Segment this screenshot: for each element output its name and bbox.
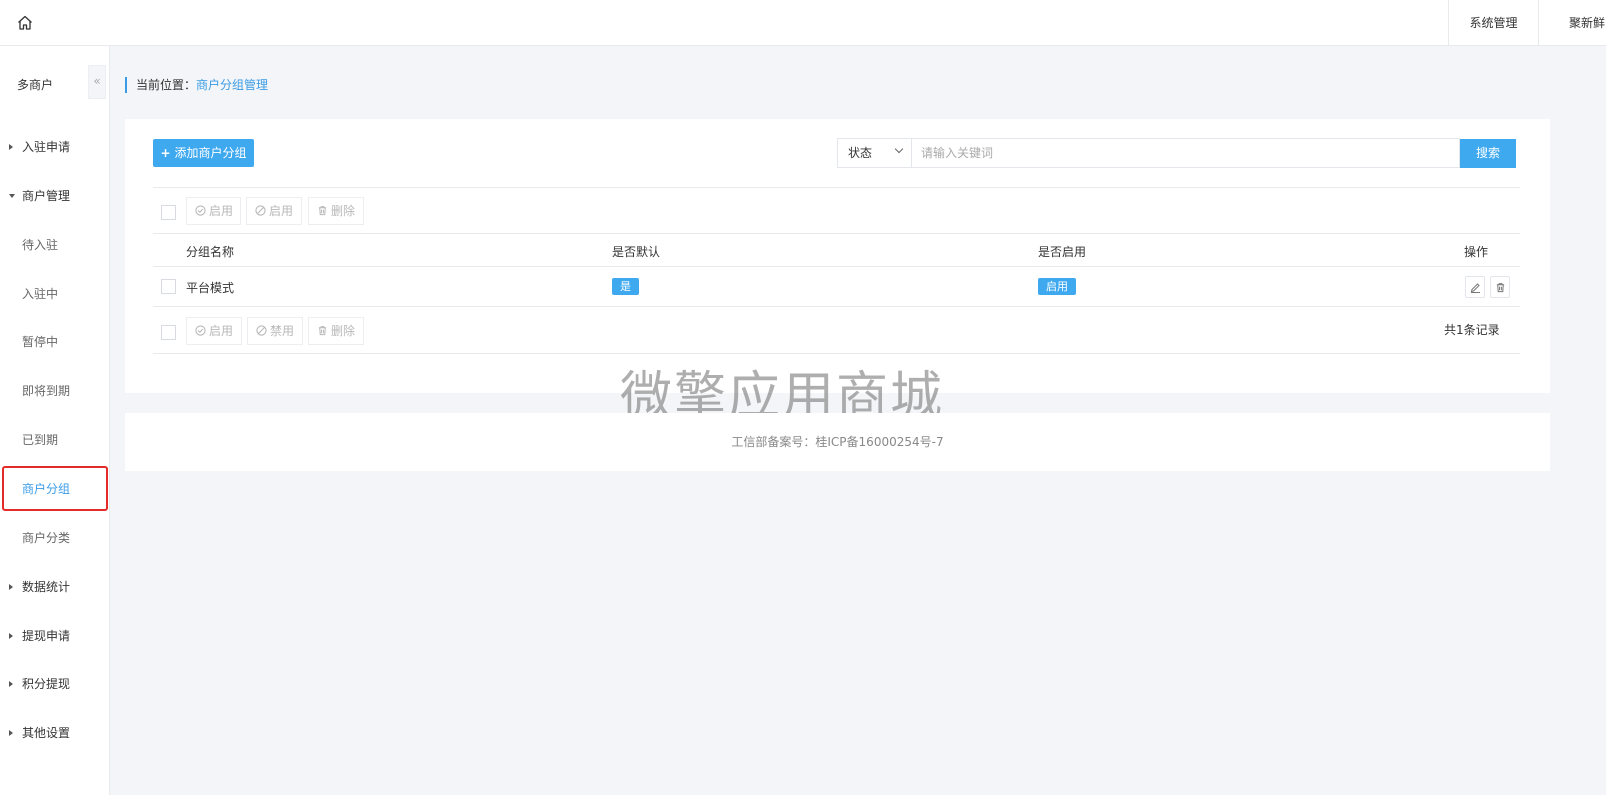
check-circle-icon: [195, 325, 206, 336]
bulk-delete-label: 删除: [331, 324, 356, 338]
column-header-group-name[interactable]: 分组名称: [186, 243, 234, 260]
search-input[interactable]: 请输入关键词: [911, 138, 1460, 168]
add-button-label: 添加商户分组: [174, 146, 247, 160]
ban-icon: [256, 325, 267, 336]
sidebar-item-label: 入驻申请: [22, 140, 71, 154]
sidebar-item-paused[interactable]: 暂停中: [0, 324, 110, 360]
sidebar-item-label: 商户分类: [22, 531, 71, 545]
pencil-icon: [1470, 283, 1480, 293]
sidebar-item-label: 已到期: [22, 433, 59, 447]
search-button[interactable]: 搜索: [1460, 139, 1516, 168]
top-bar: 系统管理 聚新鲜: [0, 0, 1606, 46]
sidebar-item-label: 积分提现: [22, 677, 71, 691]
divider: [153, 266, 1520, 267]
default-badge: 是: [612, 278, 639, 295]
sidebar-item-label: 数据统计: [22, 580, 71, 594]
home-icon[interactable]: [16, 14, 34, 32]
sidebar-item-statistics[interactable]: 数据统计: [0, 569, 110, 605]
pagination-total: 共1条记录: [1444, 323, 1500, 337]
breadcrumb-prefix: 当前位置：: [136, 78, 197, 92]
bulk-disable-button-bottom[interactable]: 禁用: [247, 317, 303, 345]
divider: [153, 233, 1520, 234]
sidebar-item-other-settings[interactable]: 其他设置: [0, 715, 110, 751]
collapse-sidebar-icon[interactable]: «: [88, 65, 106, 99]
edit-button[interactable]: [1465, 276, 1485, 298]
check-circle-icon: [195, 205, 206, 216]
sidebar-item-label: 暂停中: [22, 335, 59, 349]
column-header-actions: 操作: [1464, 245, 1489, 259]
bulk-delete-button-bottom[interactable]: 删除: [308, 317, 364, 345]
enabled-badge[interactable]: 启用: [1038, 278, 1076, 295]
breadcrumb: 当前位置：商户分组管理: [125, 77, 268, 93]
caret-right-icon: [9, 584, 13, 590]
system-management-link[interactable]: 系统管理: [1448, 0, 1538, 46]
bulk-enable-label: 启用: [209, 204, 234, 218]
sidebar-item-joining[interactable]: 入驻中: [0, 276, 110, 312]
chevron-down-icon: [894, 144, 904, 154]
breadcrumb-current[interactable]: 商户分组管理: [196, 78, 268, 92]
sidebar-item-join-application[interactable]: 入驻申请: [0, 129, 110, 165]
ban-icon: [255, 205, 266, 216]
add-merchant-group-button[interactable]: + 添加商户分组: [153, 139, 254, 167]
trash-icon: [318, 326, 327, 336]
caret-down-icon: [9, 194, 15, 198]
bulk-enable-button-bottom[interactable]: 启用: [186, 317, 242, 345]
divider: [153, 306, 1520, 307]
sidebar-item-expiring-soon[interactable]: 即将到期: [0, 373, 110, 409]
sidebar-item-label: 待入驻: [22, 238, 59, 252]
sidebar: 多商户 « 入驻申请 商户管理 待入驻 入驻中 暂停中 即将到期 已到期 商户分…: [0, 46, 110, 795]
sidebar-item-withdraw-application[interactable]: 提现申请: [0, 618, 110, 654]
sidebar-title: 多商户: [17, 78, 54, 92]
column-header-is-enabled[interactable]: 是否启用: [1038, 243, 1086, 260]
plus-icon: +: [160, 146, 171, 160]
bulk-disable-label: 启用: [269, 204, 294, 218]
sidebar-item-points-withdraw[interactable]: 积分提现: [0, 666, 110, 702]
cell-group-name: 平台模式: [186, 281, 235, 295]
bulk-enable-button[interactable]: 启用: [186, 197, 241, 225]
sidebar-item-expired[interactable]: 已到期: [0, 422, 110, 458]
bulk-disable-button[interactable]: 启用: [246, 197, 302, 225]
row-checkbox[interactable]: [161, 279, 176, 294]
status-select[interactable]: 状态: [837, 138, 912, 168]
sidebar-item-label: 商户管理: [22, 189, 71, 203]
bulk-enable-label: 启用: [209, 324, 234, 338]
main-card: + 添加商户分组 状态 请输入关键词 搜索 启用 启用 删除 分组名称 是否默认…: [125, 119, 1550, 393]
caret-right-icon: [9, 730, 13, 736]
divider: [153, 187, 1520, 188]
sidebar-item-label: 即将到期: [22, 384, 71, 398]
bulk-delete-label: 删除: [331, 204, 356, 218]
user-account-link[interactable]: 聚新鲜: [1538, 0, 1606, 46]
icp-record-text[interactable]: 工信部备案号：桂ICP备16000254号-7: [731, 435, 943, 449]
sidebar-item-label: 入驻中: [22, 287, 59, 301]
top-right-menu: 系统管理 聚新鲜: [1448, 0, 1606, 46]
footer: 工信部备案号：桂ICP备16000254号-7: [125, 413, 1550, 471]
sidebar-item-merchant-category[interactable]: 商户分类: [0, 520, 110, 556]
caret-right-icon: [9, 633, 13, 639]
select-all-checkbox[interactable]: [161, 205, 176, 220]
trash-icon: [318, 206, 327, 216]
caret-right-icon: [9, 144, 13, 150]
bulk-disable-label: 禁用: [270, 324, 295, 338]
column-header-is-default[interactable]: 是否默认: [612, 243, 660, 260]
status-select-value: 状态: [848, 146, 873, 160]
trash-icon: [1496, 283, 1505, 293]
bulk-delete-button[interactable]: 删除: [308, 197, 364, 225]
sidebar-item-merchant-management[interactable]: 商户管理: [0, 178, 110, 214]
active-item-highlight: [2, 466, 108, 511]
delete-button[interactable]: [1490, 276, 1510, 298]
sidebar-item-pending[interactable]: 待入驻: [0, 227, 110, 263]
sidebar-item-label: 提现申请: [22, 629, 71, 643]
sidebar-item-label: 其他设置: [22, 726, 71, 740]
select-all-checkbox-bottom[interactable]: [161, 325, 176, 340]
caret-right-icon: [9, 681, 13, 687]
